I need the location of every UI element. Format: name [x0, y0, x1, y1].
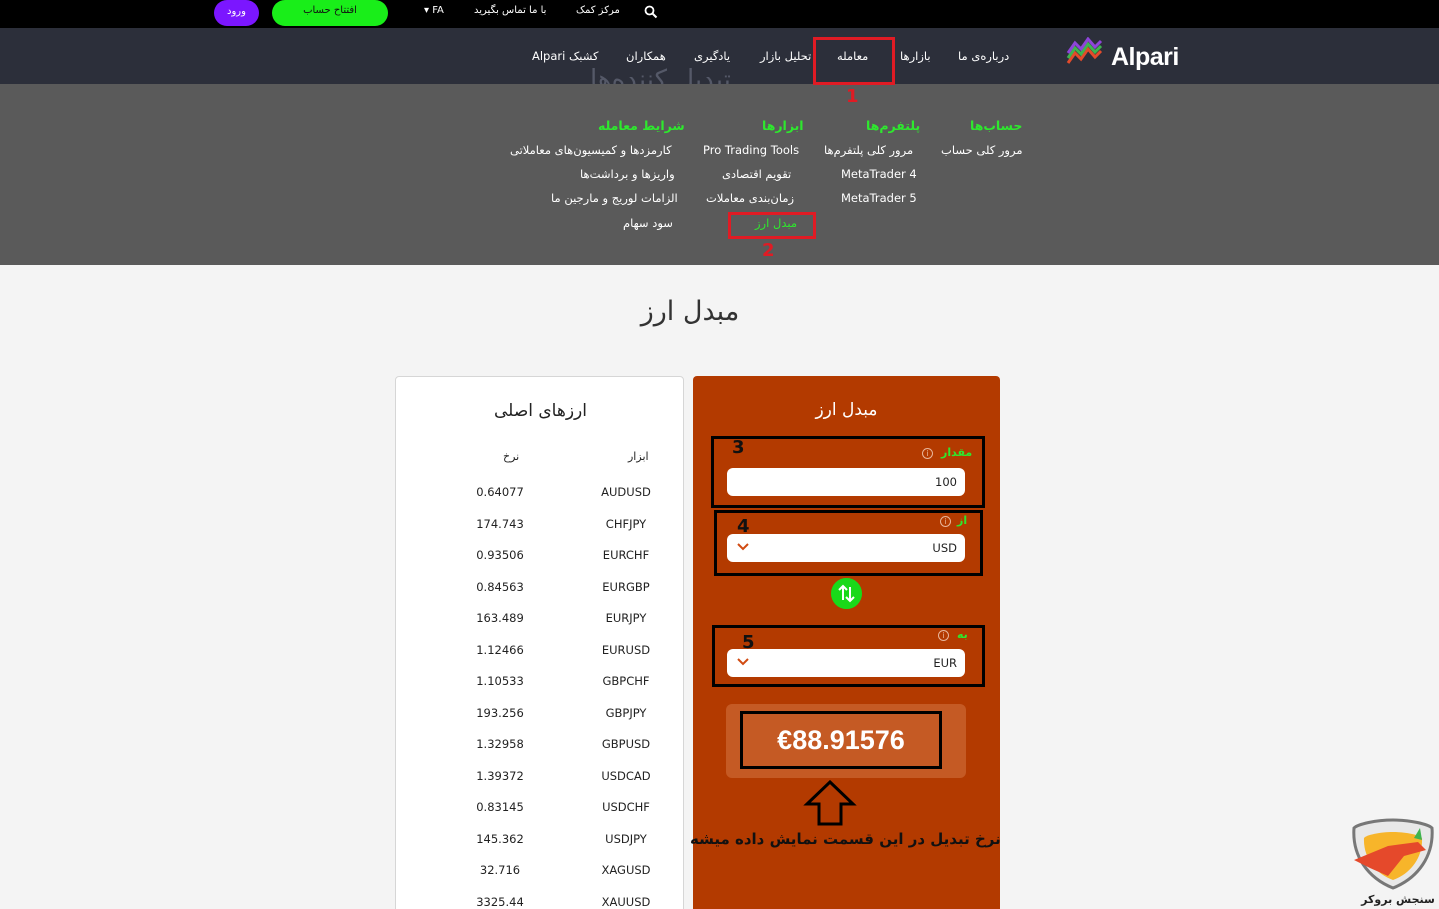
- annotation-number-3: 3: [732, 437, 745, 458]
- rate-cell: 1.10533: [476, 674, 524, 688]
- converter-title: مبدل ارز: [815, 400, 878, 420]
- swap-currencies-icon[interactable]: [831, 578, 862, 609]
- symbol-cell: USDCAD: [601, 769, 651, 783]
- annotation-box-1: [813, 37, 895, 85]
- table-row[interactable]: USDCHF 0.83145: [396, 800, 685, 820]
- conversion-result: €88.91576: [740, 711, 942, 769]
- symbol-cell: XAUUSD: [601, 895, 651, 909]
- rate-cell: 1.32958: [476, 737, 524, 751]
- symbol-cell: GBPJPY: [605, 706, 647, 720]
- language-label: FA: [432, 5, 444, 16]
- menu-heading-tools[interactable]: ابزارها: [762, 118, 804, 133]
- menu-item-dividends[interactable]: سود سهام: [623, 216, 673, 230]
- help-center-link[interactable]: مرکز کمک: [576, 4, 620, 18]
- language-selector[interactable]: ▾ FA: [424, 4, 444, 18]
- nav-item-cashback[interactable]: Alpari کشبک: [532, 48, 599, 64]
- symbol-cell: USDCHF: [602, 800, 650, 814]
- rate-cell: 174.743: [476, 517, 524, 531]
- page-title: مبدل ارز: [640, 296, 740, 327]
- symbol-cell: AUDUSD: [601, 485, 651, 499]
- annotation-box-2: [728, 212, 816, 239]
- table-row[interactable]: GBPJPY 193.256: [396, 706, 685, 726]
- nav-item-analysis[interactable]: تحلیل بازار: [760, 48, 811, 64]
- symbol-cell: USDJPY: [605, 832, 647, 846]
- column-header-symbol: ابزار: [628, 450, 649, 463]
- top-bar: ورود افتتاح حساب ▾ FA با ما تماس بگیرید …: [0, 0, 1439, 28]
- menu-heading-platforms[interactable]: پلتفرم‌ها: [866, 118, 920, 133]
- table-row[interactable]: GBPCHF 1.10533: [396, 674, 685, 694]
- contact-link[interactable]: با ما تماس بگیرید: [474, 4, 546, 18]
- broker-review-text: سنجش بروکر: [1361, 893, 1435, 906]
- table-row[interactable]: XAUUSD 3325.44: [396, 895, 685, 909]
- up-arrow-icon: [803, 780, 857, 826]
- rate-cell: 0.93506: [476, 548, 524, 562]
- menu-item-mt5[interactable]: MetaTrader 5: [841, 191, 917, 205]
- menu-item-account-overview[interactable]: مرور کلی حساب: [941, 143, 1023, 157]
- annotation-box-3: [711, 436, 985, 508]
- table-row[interactable]: EURJPY 163.489: [396, 611, 685, 631]
- symbol-cell: EURUSD: [601, 643, 651, 657]
- rate-cell: 0.83145: [476, 800, 524, 814]
- annotation-number-4: 4: [737, 516, 750, 537]
- symbol-cell: XAGUSD: [601, 863, 651, 877]
- menu-heading-accounts[interactable]: حساب‌ها: [970, 118, 1022, 133]
- menu-item-platforms-overview[interactable]: مرور کلی پلتفرم‌ها: [824, 143, 913, 157]
- symbol-cell: EURJPY: [605, 611, 647, 625]
- annotation-number-5: 5: [742, 632, 755, 653]
- column-header-rate: نرخ: [503, 450, 520, 463]
- table-row[interactable]: USDJPY 145.362: [396, 832, 685, 852]
- mega-menu: حساب‌ها مرور کلی حساب پلتفرم‌ها مرور کلی…: [0, 84, 1439, 265]
- annotation-number-2: 2: [762, 240, 775, 261]
- brand-name[interactable]: Alpari: [1111, 43, 1179, 72]
- open-account-button[interactable]: افتتاح حساب: [272, 0, 388, 26]
- table-row[interactable]: EURUSD 1.12466: [396, 643, 685, 663]
- table-row[interactable]: CHFJPY 174.743: [396, 517, 685, 537]
- table-row[interactable]: XAGUSD 32.716: [396, 863, 685, 883]
- rate-cell: 163.489: [476, 611, 524, 625]
- menu-item-deposits[interactable]: واریزها و برداشت‌ها: [580, 167, 675, 181]
- symbol-cell: EURGBP: [602, 580, 650, 594]
- faded-heading: تبدیل کننده‌ها: [590, 66, 731, 84]
- menu-item-trading-hours[interactable]: زمان‌بندی معاملات: [706, 191, 794, 205]
- annotation-number-1: 1: [846, 86, 859, 107]
- symbol-cell: CHFJPY: [605, 517, 647, 531]
- broker-review-logo-icon: [1352, 818, 1434, 890]
- menu-heading-trading-conditions[interactable]: شرایط معامله: [598, 118, 685, 133]
- nav-item-markets[interactable]: بازارها: [900, 48, 931, 64]
- menu-item-pro-tools[interactable]: Pro Trading Tools: [703, 143, 799, 157]
- menu-item-economic-calendar[interactable]: تقویم اقتصادی: [722, 167, 791, 181]
- symbol-cell: GBPUSD: [601, 737, 651, 751]
- table-row[interactable]: EURCHF 0.93506: [396, 548, 685, 568]
- search-icon[interactable]: [644, 5, 658, 19]
- table-row[interactable]: GBPUSD 1.32958: [396, 737, 685, 757]
- major-currencies-card: ارزهای اصلی ابزار نرخ AUDUSD 0.64077 CHFJP…: [395, 376, 684, 909]
- nav-item-about[interactable]: درباره‌ی ما: [958, 48, 1009, 64]
- rate-cell: 1.12466: [476, 643, 524, 657]
- table-row[interactable]: AUDUSD 0.64077: [396, 485, 685, 505]
- menu-item-mt4[interactable]: MetaTrader 4: [841, 167, 917, 181]
- table-row[interactable]: EURGBP 0.84563: [396, 580, 685, 600]
- symbol-cell: EURCHF: [602, 548, 650, 562]
- nav-item-partners[interactable]: همکاران: [626, 48, 666, 64]
- login-button[interactable]: ورود: [214, 0, 259, 26]
- rate-cell: 3325.44: [476, 895, 524, 909]
- rate-cell: 32.716: [479, 863, 521, 877]
- menu-item-leverage[interactable]: الزامات لوریج و مارجین ما: [551, 191, 678, 205]
- rate-cell: 1.39372: [476, 769, 524, 783]
- nav-item-education[interactable]: یادگیری: [694, 48, 730, 64]
- table-row[interactable]: USDCAD 1.39372: [396, 769, 685, 789]
- major-currencies-title: ارزهای اصلی: [494, 401, 587, 421]
- symbol-cell: GBPCHF: [602, 674, 650, 688]
- rate-cell: 193.256: [476, 706, 524, 720]
- annotation-caption: نرخ تبدیل در این قسمت نمایش داده میشه: [690, 830, 1001, 848]
- annotation-box-4: [714, 510, 983, 576]
- rate-cell: 0.84563: [476, 580, 524, 594]
- rate-cell: 0.64077: [476, 485, 524, 499]
- rate-cell: 145.362: [476, 832, 524, 846]
- menu-item-fees[interactable]: کارمزدها و کمیسیون‌های معاملاتی: [510, 143, 672, 157]
